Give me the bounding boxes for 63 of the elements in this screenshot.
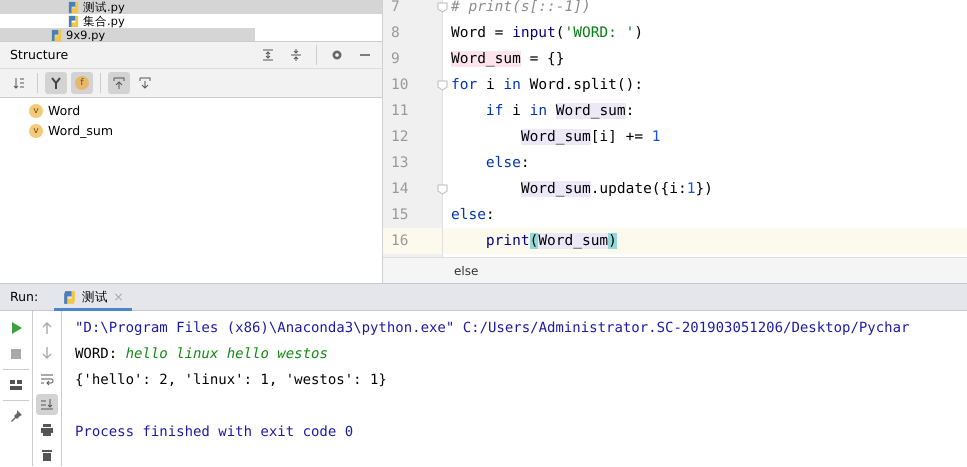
line-number: 10 — [391, 77, 408, 93]
arrow-up-button[interactable] — [108, 72, 130, 94]
console-line: Process finished with exit code 0 — [75, 424, 354, 440]
file-item[interactable]: 测试.py — [0, 0, 382, 14]
code-line: Word_sum.update({i:1}) — [520, 181, 713, 197]
console-line: "D:\Program Files (x86)\Anaconda3\python.exe" C:/Users/Administrator.SC-201903051206/Desktop/Pychar — [75, 320, 910, 336]
arrow-down-icon — [40, 346, 54, 360]
arrow-up-icon — [112, 76, 126, 90]
arrow-down-icon — [138, 76, 152, 90]
line-number: 7 — [391, 0, 400, 15]
python-file-icon — [67, 14, 80, 28]
scroll-to-end-button[interactable] — [36, 394, 58, 415]
play-icon — [9, 321, 23, 335]
code-line: Word = input('WORD: ') — [451, 25, 644, 41]
python-icon — [62, 290, 78, 304]
code-line: if i in Word_sum: — [484, 103, 634, 119]
line-number: 16 — [391, 233, 408, 249]
variable-badge: v — [29, 124, 43, 138]
variable-badge: v — [29, 104, 43, 118]
code-line: Word_sum[i] += 1 — [520, 129, 661, 145]
code-line: Word_sum = {} — [451, 51, 564, 67]
input-text: hello linux hello westos — [126, 346, 328, 362]
panel-title: Structure — [10, 46, 68, 64]
console-prompt: WORD: — [75, 346, 118, 362]
pin-icon — [9, 409, 23, 423]
code-line: else: — [451, 207, 495, 223]
stop-icon — [9, 347, 23, 361]
trash-icon — [40, 448, 54, 462]
run-label: Run: — [10, 288, 38, 306]
code-line: else: — [484, 155, 530, 171]
code-line: for i in Word.split(): — [451, 77, 644, 93]
file-item[interactable]: 集合.py — [0, 14, 382, 28]
python-file-icon — [50, 28, 63, 41]
arrow-up-icon — [40, 320, 54, 335]
fold-marker-icon[interactable] — [437, 184, 448, 195]
layout-icon — [9, 378, 23, 392]
fold-marker-icon[interactable] — [437, 80, 448, 91]
breadcrumb[interactable]: else — [383, 257, 967, 283]
line-number: 8 — [391, 25, 400, 41]
code-line: print(Word_sum) — [484, 233, 617, 249]
fork-button[interactable] — [45, 72, 67, 94]
line-number: 9 — [391, 51, 400, 67]
console-line: {'hello': 2, 'linux': 1, 'westos': 1} — [75, 372, 387, 388]
code-line: # print(s[::-1]) — [451, 0, 591, 15]
fold-marker-icon[interactable] — [437, 2, 448, 13]
line-number: 15 — [391, 207, 408, 223]
sort-icon — [12, 76, 26, 90]
python-file-icon — [67, 0, 80, 14]
wrap-icon — [40, 372, 54, 386]
structure-item[interactable]: Word_sum — [48, 122, 113, 140]
settings-icon — [330, 48, 344, 62]
line-number: 11 — [391, 103, 408, 119]
collapse-all-icon — [289, 48, 303, 62]
line-number: 13 — [391, 155, 408, 171]
fork-icon — [49, 76, 63, 90]
function-filter-button[interactable]: f — [71, 72, 93, 94]
structure-item[interactable]: Word — [48, 102, 80, 120]
run-tab[interactable]: 测试 × — [54, 284, 132, 310]
printer-icon — [40, 422, 54, 437]
line-number: 14 — [391, 181, 408, 197]
line-number: 12 — [391, 129, 408, 145]
expand-all-icon — [261, 48, 275, 62]
scroll-to-end-icon — [40, 397, 54, 412]
